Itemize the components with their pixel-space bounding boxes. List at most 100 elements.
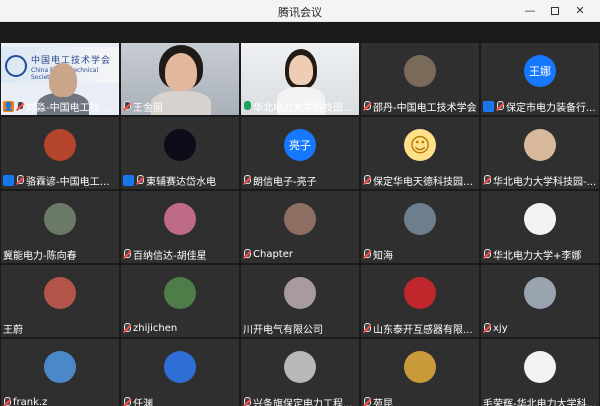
- society-logo: [5, 55, 27, 77]
- participant-tile[interactable]: 王蔚: [1, 265, 119, 337]
- close-icon[interactable]: ✕: [572, 3, 588, 19]
- mic-muted-icon: [123, 100, 131, 112]
- participant-tile[interactable]: 知海: [361, 191, 479, 263]
- participant-tile[interactable]: 👤 東辅赛达岱水电: [121, 117, 239, 189]
- participant-tile[interactable]: 亮子朗信电子-亮子: [241, 117, 359, 189]
- participant-tile[interactable]: Chapter: [241, 191, 359, 263]
- participant-tile[interactable]: 兴条旗保定电力工程...: [241, 339, 359, 406]
- participant-label: xjy: [483, 321, 508, 335]
- participant-name: 苑昆: [373, 398, 393, 406]
- avatar: 亮子: [284, 129, 316, 161]
- avatar: [524, 351, 556, 383]
- participant-figure: [289, 55, 313, 85]
- mic-muted-icon: [363, 100, 371, 112]
- avatar: [164, 203, 196, 235]
- participant-name: 任渊: [133, 398, 153, 406]
- avatar: [284, 203, 316, 235]
- participant-tile[interactable]: 王金丽: [121, 43, 239, 115]
- participant-name: 東辅赛达岱水电: [146, 176, 216, 188]
- avatar: [404, 55, 436, 87]
- participant-label: 百纳信达-胡佳星: [123, 247, 207, 261]
- avatar: [284, 277, 316, 309]
- participant-name: 王金丽: [133, 102, 163, 114]
- participant-tile[interactable]: 百纳信达-胡佳星: [121, 191, 239, 263]
- participant-tile[interactable]: 冀能电力-陈向春: [1, 191, 119, 263]
- participant-name: 毛荣辉-华北电力大学科...: [483, 398, 597, 406]
- participant-label: 👤 刘淼-中国电工技术...: [3, 99, 117, 113]
- participant-tile[interactable]: 华北电力大学科技园-...: [481, 117, 599, 189]
- participant-label: 保定华电天德科技园有...: [363, 173, 477, 187]
- participant-tile[interactable]: 华北电力大学科技园...: [241, 43, 359, 115]
- participant-label: 王蔚: [3, 321, 23, 336]
- participant-tile[interactable]: frank.z: [1, 339, 119, 406]
- participant-tile[interactable]: ☺ 保定华电天德科技园有...: [361, 117, 479, 189]
- mic-muted-icon: [483, 322, 491, 334]
- participant-tile[interactable]: xjy: [481, 265, 599, 337]
- participant-name: 知海: [373, 250, 393, 262]
- banner-text: 中国电工技术学会: [31, 56, 112, 66]
- avatar: [44, 129, 76, 161]
- participant-label: 👤 骆霖谚-中国电工技...: [3, 173, 117, 187]
- host-badge-icon: 👤: [3, 100, 14, 112]
- participant-label: 毛荣辉-华北电力大学科...: [483, 395, 596, 406]
- participant-label: 兴条旗保定电力工程...: [243, 395, 353, 406]
- participant-label: 👤 保定市电力装备行...: [483, 99, 596, 113]
- avatar: [524, 129, 556, 161]
- participant-tile[interactable]: 王娜 👤 保定市电力装备行...: [481, 43, 599, 115]
- participant-name: 山东泰开互感器有限...: [373, 324, 473, 336]
- participant-name: 王蔚: [3, 324, 23, 336]
- mic-muted-icon: [16, 174, 24, 186]
- avatar: ☺: [404, 129, 436, 161]
- window-title: 腾讯会议: [278, 6, 322, 19]
- participant-name: Chapter: [253, 248, 293, 260]
- participant-gallery: 中国电工技术学会China Electrotechnical Society👤刘…: [0, 22, 600, 406]
- participant-tile[interactable]: 毛荣辉-华北电力大学科...: [481, 339, 599, 406]
- participant-tile[interactable]: 华北电力大学+李娜: [481, 191, 599, 263]
- participant-figure: [49, 63, 77, 97]
- participant-tile[interactable]: 任渊: [121, 339, 239, 406]
- avatar: [164, 351, 196, 383]
- avatar: [164, 129, 196, 161]
- mic-muted-icon: [363, 322, 371, 334]
- participant-name: 川开电气有限公司: [243, 324, 323, 336]
- participant-name: 邵丹-中国电工技术学会: [373, 102, 477, 114]
- mic-muted-icon: [123, 322, 131, 334]
- maximize-icon[interactable]: [547, 3, 563, 19]
- participant-tile[interactable]: zhijichen: [121, 265, 239, 337]
- participant-name: 兴条旗保定电力工程...: [253, 398, 353, 406]
- mic-muted-icon: [123, 248, 131, 260]
- mic-muted-icon: [243, 174, 251, 186]
- avatar: [44, 351, 76, 383]
- participant-name: zhijichen: [133, 322, 178, 334]
- participant-tile[interactable]: 中国电工技术学会China Electrotechnical Society👤刘…: [1, 43, 119, 115]
- mic-active-icon: [243, 100, 251, 112]
- mic-muted-icon: [363, 396, 371, 406]
- participant-name: 百纳信达-胡佳星: [133, 250, 207, 262]
- participant-name: 华北电力大学+李娜: [493, 250, 582, 262]
- mic-muted-icon: [243, 396, 251, 406]
- participant-tile[interactable]: 川开电气有限公司: [241, 265, 359, 337]
- avatar: 王娜: [524, 55, 556, 87]
- participant-label: zhijichen: [123, 321, 177, 335]
- participant-label: 苑昆: [363, 395, 393, 406]
- participant-label: 邵丹-中国电工技术学会: [363, 99, 477, 113]
- participant-label: 山东泰开互感器有限...: [363, 321, 473, 335]
- participant-name: xjy: [493, 322, 508, 334]
- avatar: [404, 351, 436, 383]
- participant-tile[interactable]: 邵丹-中国电工技术学会: [361, 43, 479, 115]
- mic-muted-icon: [363, 248, 371, 260]
- participant-tile[interactable]: 👤 骆霖谚-中国电工技...: [1, 117, 119, 189]
- mic-muted-icon: [136, 174, 144, 186]
- participant-label: 朗信电子-亮子: [243, 173, 317, 187]
- participant-label: 华北电力大学科技园-...: [483, 173, 596, 187]
- mic-muted-icon: [123, 396, 131, 406]
- participant-tile[interactable]: 苑昆: [361, 339, 479, 406]
- participant-name: 保定市电力装备行...: [506, 102, 596, 114]
- participant-figure: [165, 53, 197, 91]
- participant-tile[interactable]: 山东泰开互感器有限...: [361, 265, 479, 337]
- user-badge-icon: 👤: [123, 174, 134, 186]
- participant-name: 保定华电天德科技园有...: [373, 176, 477, 188]
- participant-name: 华北电力大学科技园-...: [493, 176, 597, 188]
- avatar: [44, 277, 76, 309]
- minimize-icon[interactable]: —: [522, 3, 538, 19]
